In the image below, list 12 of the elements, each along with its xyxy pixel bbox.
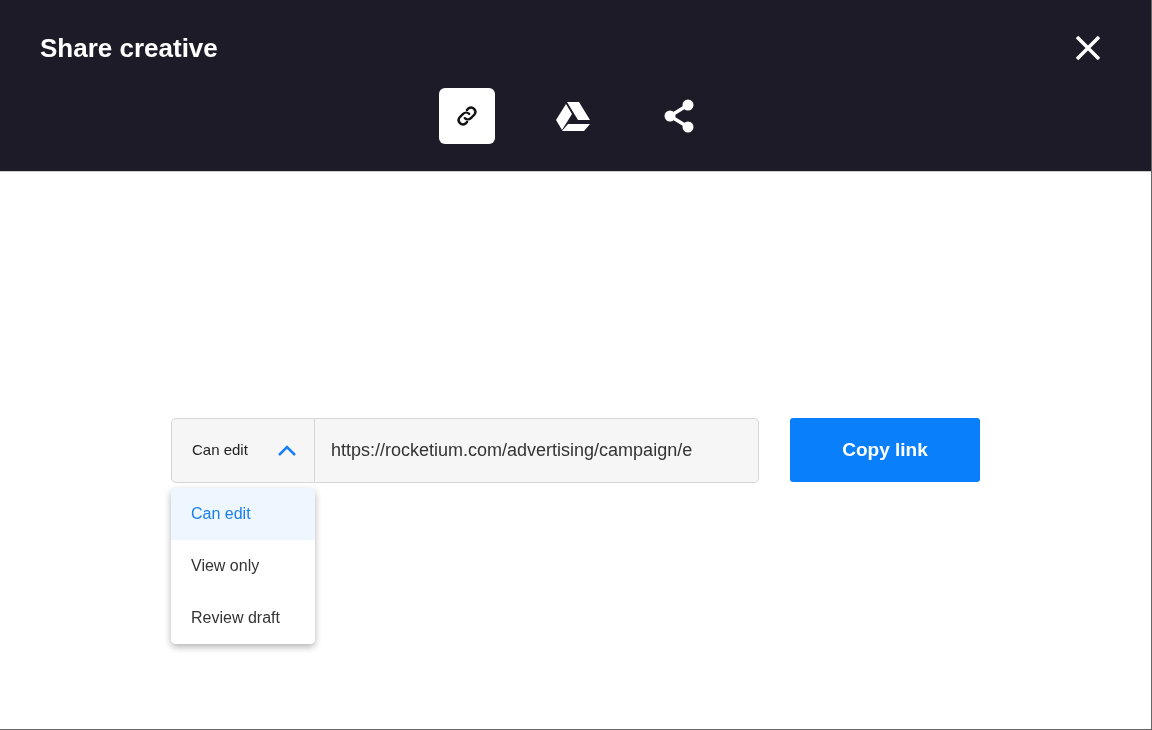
- dialog-title: Share creative: [40, 32, 218, 65]
- triangle-logo-icon: [555, 101, 590, 131]
- permission-option[interactable]: View only: [171, 540, 315, 592]
- close-icon: [1075, 35, 1101, 61]
- copy-link-button[interactable]: Copy link: [790, 418, 980, 482]
- permission-option[interactable]: Review draft: [171, 592, 315, 644]
- permission-option[interactable]: Can edit: [171, 488, 315, 540]
- permission-dropdown[interactable]: Can edit: [171, 418, 315, 483]
- share-method-tab[interactable]: [438, 88, 495, 144]
- permission-value: Can edit: [192, 440, 248, 461]
- link-field[interactable]: https://rocketium.com/advertising/campaign/e: [315, 418, 759, 483]
- share-icon: [662, 99, 695, 133]
